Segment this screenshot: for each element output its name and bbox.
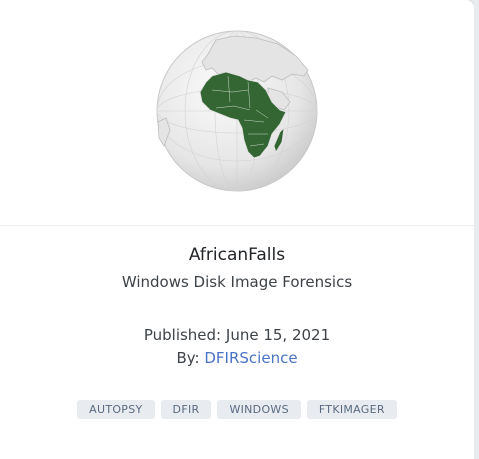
card-subtitle: Windows Disk Image Forensics — [121, 273, 353, 291]
published-label: Published: — [143, 326, 222, 344]
card-title[interactable]: AfricanFalls — [0, 245, 474, 265]
card-divider — [0, 225, 474, 226]
tag-ftkimager[interactable]: FTKIMAGER — [306, 400, 397, 419]
published-date: June 15, 2021 — [225, 326, 331, 344]
by-label: By: — [176, 349, 200, 367]
author-link[interactable]: DFIRScience — [204, 349, 297, 367]
challenge-card[interactable]: AfricanFalls Windows Disk Image Forensic… — [0, 0, 474, 459]
globe-africa-icon — [156, 30, 318, 192]
published-line: Published: June 15, 2021 — [0, 326, 474, 344]
tag-dfir[interactable]: DFIR — [160, 400, 212, 419]
card-image[interactable] — [0, 0, 474, 224]
tag-list: AUTOPSY DFIR WINDOWS FTKIMAGER — [0, 400, 474, 419]
tag-autopsy[interactable]: AUTOPSY — [77, 400, 155, 419]
tag-windows[interactable]: WINDOWS — [217, 400, 301, 419]
author-line: By: DFIRScience — [0, 349, 474, 367]
page-background-edge — [474, 0, 479, 459]
